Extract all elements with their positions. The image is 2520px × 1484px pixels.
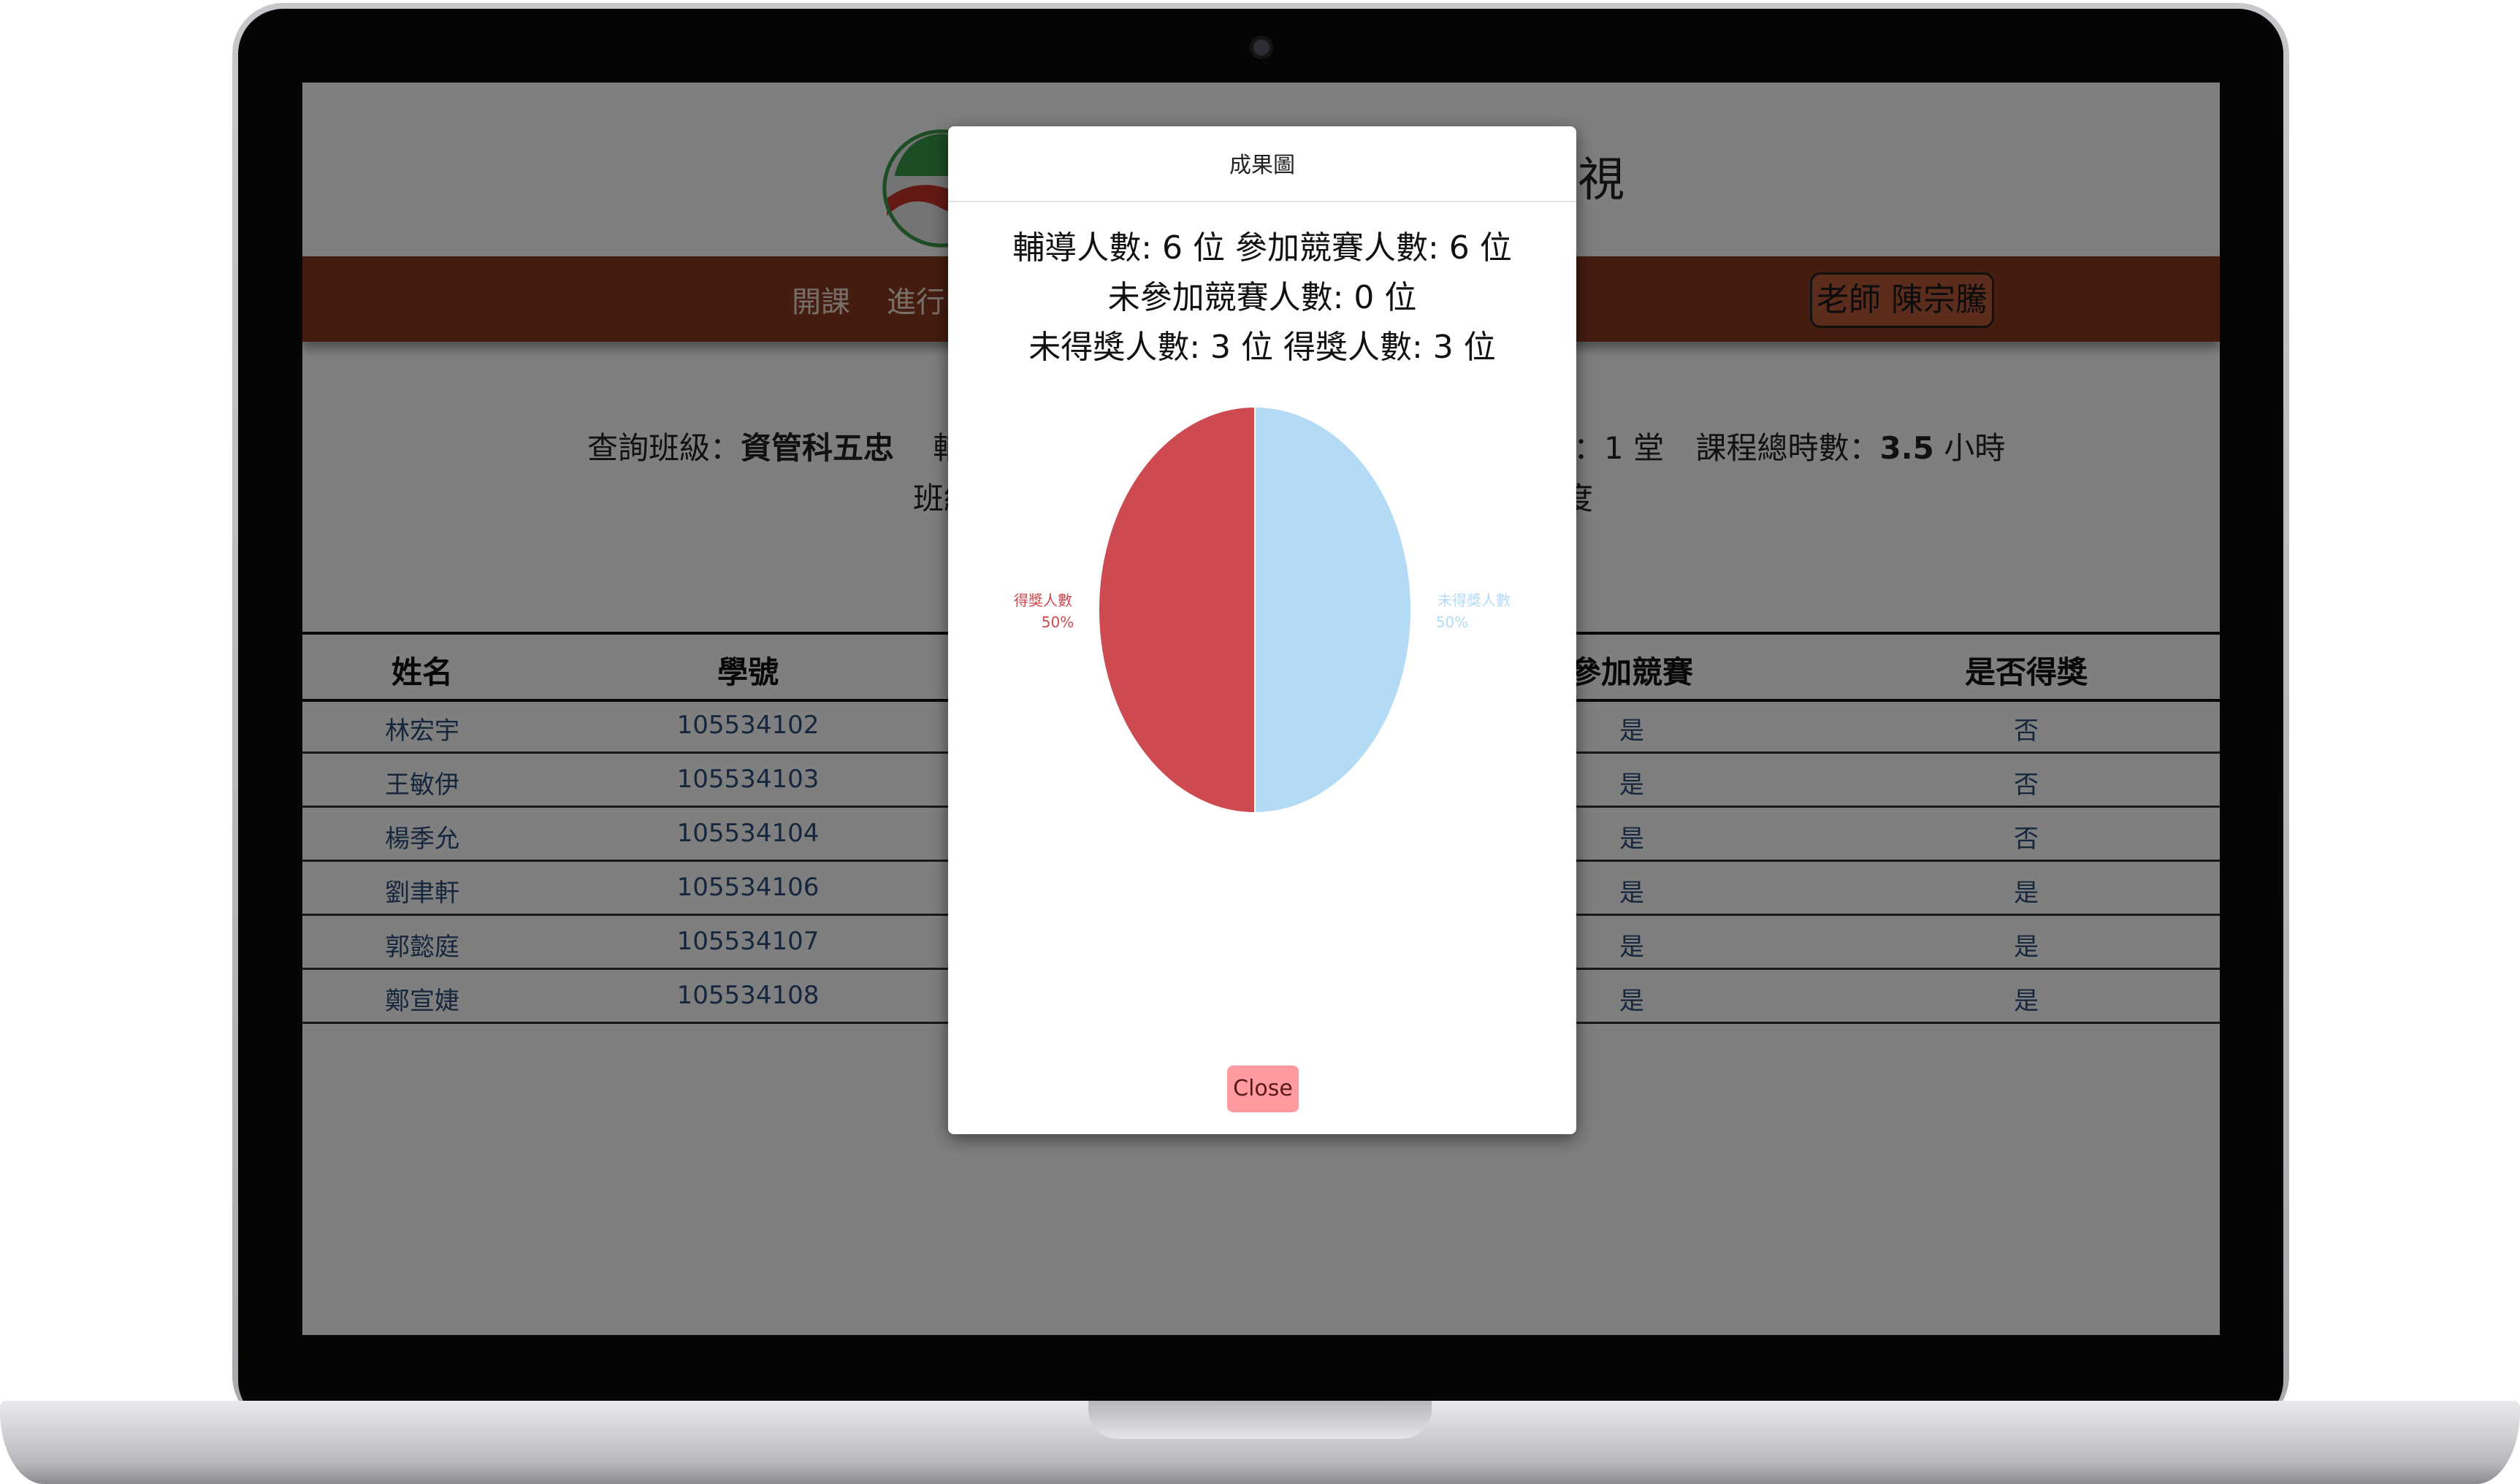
stats-line-1: 輔導人數: 6 位 參加競賽人數: 6 位 — [1012, 229, 1512, 267]
pie-slice-0[interactable] — [1098, 405, 1256, 814]
stats-line-2: 未參加競賽人數: 0 位 — [1107, 279, 1417, 316]
screen: 檢視 開課 進行中 老師 陳宗騰 查詢班級：資管科五忠 輔導 ：1 堂 課程總時… — [302, 83, 2220, 1335]
pie-label-1: 未得獎人數 — [1437, 592, 1511, 609]
pie-slice-1[interactable] — [1254, 405, 1412, 814]
result-chart-modal: 成果圖 輔導人數: 6 位 參加競賽人數: 6 位 未參加競賽人數: 0 位 未… — [948, 126, 1576, 1134]
modal-divider — [948, 201, 1576, 202]
pie-percent-1: 50% — [1436, 613, 1468, 631]
stats-line-3: 未得獎人數: 3 位 得獎人數: 3 位 — [1028, 329, 1496, 366]
laptop-notch — [1088, 1401, 1432, 1439]
pie-label-0: 得獎人數 — [1014, 592, 1072, 609]
close-button[interactable]: Close — [1227, 1066, 1299, 1112]
camera-icon — [1253, 39, 1269, 56]
modal-title: 成果圖 — [1229, 153, 1295, 178]
pie-percent-0: 50% — [1042, 613, 1074, 631]
result-pie-chart: 得獎人數 50% 未得獎人數 50% — [1014, 405, 1511, 814]
